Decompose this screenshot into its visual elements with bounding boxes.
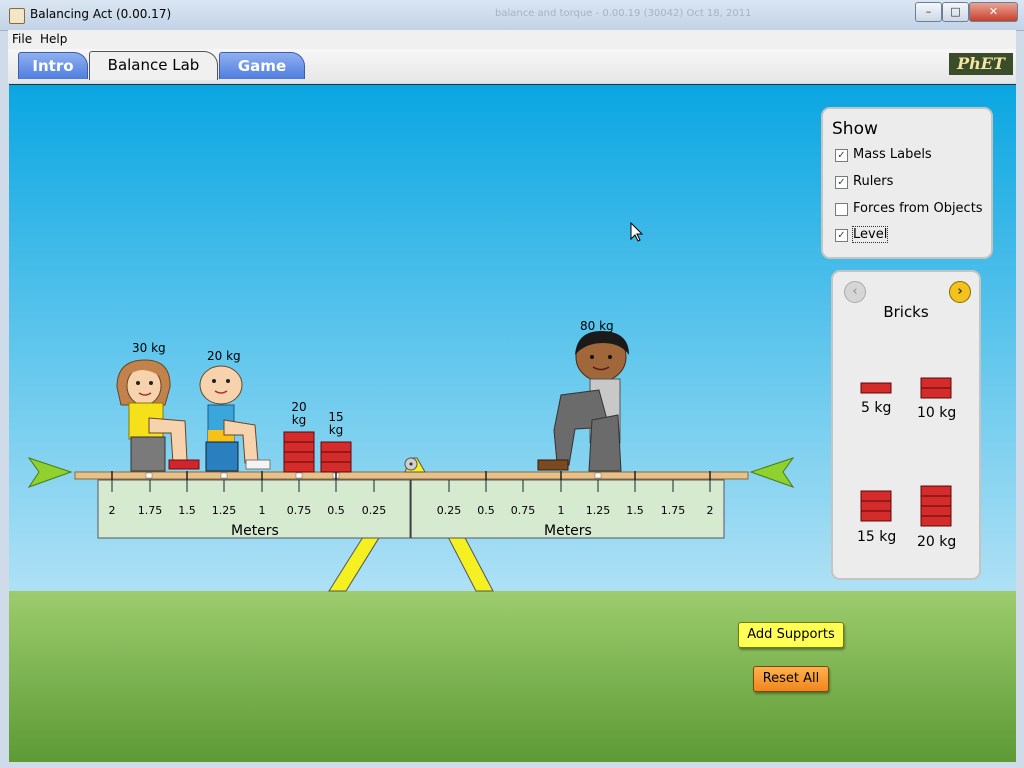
man-figure[interactable] bbox=[537, 330, 629, 472]
ruler-tick-label: 1.5 bbox=[178, 504, 196, 517]
brick-palette bbox=[860, 377, 952, 527]
reset-all-button[interactable]: Reset All bbox=[753, 666, 829, 692]
window-title: Balancing Act (0.00.17) bbox=[30, 7, 172, 21]
mass-label-girl: 30 kg bbox=[132, 341, 166, 355]
ruler-tick-label: 0.25 bbox=[436, 504, 462, 517]
tab-game[interactable]: Game bbox=[219, 52, 305, 79]
add-supports-button[interactable]: Add Supports bbox=[738, 622, 844, 648]
brick-20kg-icon[interactable] bbox=[920, 485, 952, 527]
plank bbox=[74, 471, 749, 480]
brick-10kg-label: 10 kg bbox=[917, 405, 957, 421]
mass-label-boy: 20 kg bbox=[207, 349, 241, 363]
checkbox-checked-icon[interactable]: ✓ bbox=[835, 229, 848, 242]
brick-5kg-icon[interactable] bbox=[860, 382, 892, 394]
tab-bar: Intro Balance Lab Game PhET bbox=[8, 49, 1016, 83]
phet-logo: PhET bbox=[949, 53, 1013, 75]
ruler-unit-label-right: Meters bbox=[544, 523, 592, 539]
ruler-unit-label-left: Meters bbox=[231, 523, 279, 539]
ruler-tick-label: 2 bbox=[108, 504, 116, 517]
checkbox-checked-icon[interactable]: ✓ bbox=[835, 176, 848, 189]
java-icon bbox=[9, 8, 25, 24]
ruler-tick-label: 0.75 bbox=[510, 504, 536, 517]
ruler-tick-label: 1.5 bbox=[626, 504, 644, 517]
ruler-tick-label: 1.25 bbox=[585, 504, 611, 517]
ruler-tick-label: 0.5 bbox=[477, 504, 495, 517]
minimize-button[interactable]: – bbox=[915, 2, 942, 22]
brick-5kg-label: 5 kg bbox=[861, 400, 892, 416]
show-panel-title: Show bbox=[832, 119, 878, 139]
menu-help[interactable]: Help bbox=[40, 32, 67, 46]
ruler-tick-label: 2 bbox=[706, 504, 714, 517]
checkbox-checked-icon[interactable]: ✓ bbox=[835, 149, 848, 162]
ruler-tick-label: 1.25 bbox=[211, 504, 237, 517]
background-window-title: balance and torque - 0.00.19 (30042) Oct… bbox=[495, 8, 752, 19]
level-indicator-right-icon bbox=[749, 457, 795, 488]
ruler-tick-label: 0.25 bbox=[361, 504, 387, 517]
mass-label-brick-20: 20 kg bbox=[291, 400, 307, 427]
tab-intro[interactable]: Intro bbox=[18, 52, 88, 79]
ruler-tick-label: 1.75 bbox=[137, 504, 163, 517]
mouse-cursor-icon bbox=[630, 222, 644, 242]
tab-balance-lab[interactable]: Balance Lab bbox=[89, 51, 218, 80]
level-indicator-left-icon bbox=[27, 457, 73, 488]
brick-10kg-icon[interactable] bbox=[920, 377, 952, 399]
brick-15kg-label: 15 kg bbox=[857, 529, 897, 545]
brick-stack-20kg[interactable] bbox=[283, 431, 315, 473]
ruler-tick-label: 1 bbox=[258, 504, 266, 517]
mass-label-man: 80 kg bbox=[580, 319, 614, 333]
ruler-tick-label: 0.5 bbox=[327, 504, 345, 517]
show-panel: Show ✓ Mass Labels ✓ Rulers Forces from … bbox=[821, 107, 993, 259]
brick-stack-15kg[interactable] bbox=[320, 441, 352, 473]
checkbox-unchecked-icon[interactable] bbox=[835, 203, 848, 216]
mass-label-brick-15: 15 kg bbox=[328, 410, 344, 437]
brick-20kg-label: 20 kg bbox=[917, 534, 957, 550]
ruler-tick-label: 1 bbox=[557, 504, 565, 517]
close-button[interactable]: ✕ bbox=[969, 2, 1018, 22]
boy-figure[interactable] bbox=[199, 365, 271, 472]
play-area: 30 kg 20 kg 20 kg 15 kg 80 kg 2 1.75 1.5… bbox=[9, 84, 1016, 762]
menu-file[interactable]: File bbox=[12, 32, 32, 46]
menu-bar: File Help bbox=[8, 30, 1016, 50]
bricks-panel: ‹ › Bricks 5 kg 10 kg 15 kg 20 kg bbox=[831, 270, 981, 580]
maximize-button[interactable]: □ bbox=[942, 2, 969, 22]
girl-figure[interactable] bbox=[116, 359, 200, 472]
ruler-tick-label: 0.75 bbox=[286, 504, 312, 517]
brick-15kg-icon[interactable] bbox=[860, 490, 892, 522]
window-titlebar: Balancing Act (0.00.17) balance and torq… bbox=[0, 0, 1024, 31]
ruler-tick-label: 1.75 bbox=[660, 504, 686, 517]
